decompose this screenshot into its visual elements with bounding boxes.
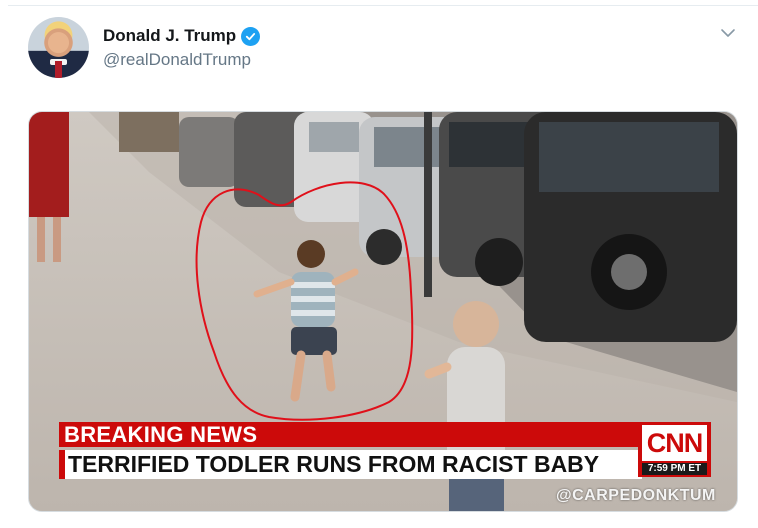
tweet-video[interactable]: BREAKING NEWS TERRIFIED TODLER RUNS FROM… xyxy=(28,111,738,512)
news-lower-third: BREAKING NEWS TERRIFIED TODLER RUNS FROM… xyxy=(59,422,642,479)
display-name[interactable]: Donald J. Trump xyxy=(103,26,236,46)
chevron-down-icon[interactable] xyxy=(719,24,737,42)
network-bug: CNN 7:59 PM ET xyxy=(638,422,711,477)
avatar[interactable] xyxy=(28,17,89,78)
broadcast-time: 7:59 PM ET xyxy=(642,463,707,475)
watermark: @CARPEDONKTUM xyxy=(556,487,716,504)
tweet-header: Donald J. Trump @realDonaldTrump xyxy=(0,0,758,100)
author-name-row[interactable]: Donald J. Trump xyxy=(103,26,261,46)
pole xyxy=(424,112,432,297)
author-handle[interactable]: @realDonaldTrump xyxy=(103,50,251,70)
verified-badge-icon xyxy=(241,26,261,46)
avatar-tie xyxy=(55,61,62,78)
tree-trunk xyxy=(119,112,179,152)
breaking-news-label: BREAKING NEWS xyxy=(59,422,642,447)
cnn-logo: CNN xyxy=(642,425,707,461)
news-headline: TERRIFIED TODLER RUNS FROM RACIST BABY xyxy=(59,450,642,479)
